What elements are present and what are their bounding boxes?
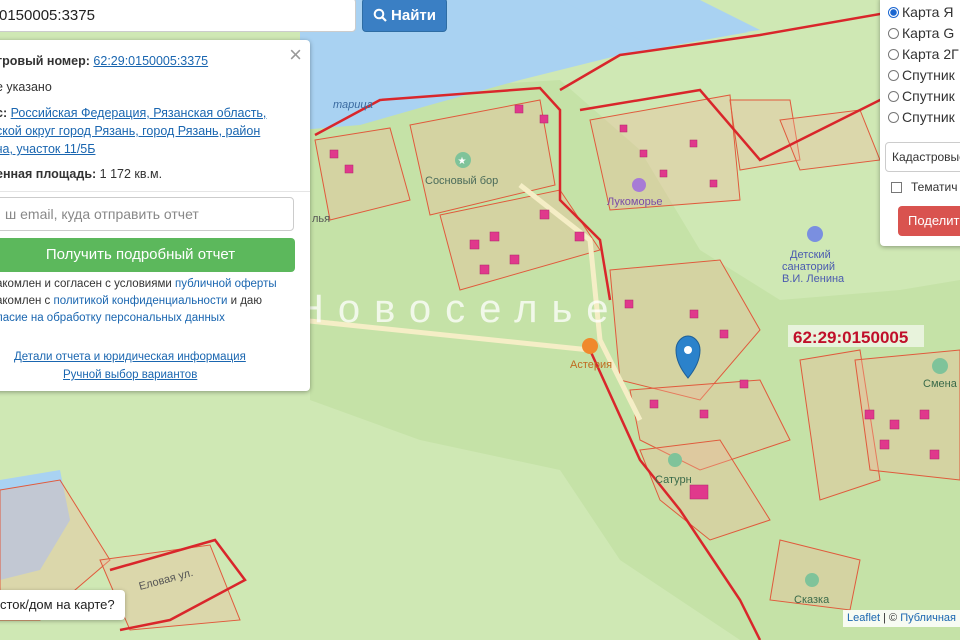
layer-option-satellite-2[interactable]: Спутник [888,88,955,104]
label-sosnovy-bor: Сосновый бор [425,175,498,187]
layer-option-label: Карта Я [902,4,954,20]
layer-option-label: Карта 2Г [902,46,959,62]
status-text: е указано [0,80,52,94]
label-sanatorium-2: санаторий [782,261,835,273]
layer-option-label: Спутник [902,88,955,104]
layer-option-yandex[interactable]: Карта Я [888,4,953,20]
email-field[interactable] [0,197,294,231]
personal-data-link[interactable]: ласие на обработку персональных данных [0,312,225,324]
search-button[interactable]: Найти [362,0,447,32]
attribution-separator: | [883,612,886,624]
leaflet-link[interactable]: Leaflet [847,612,880,624]
lukomorye-icon [632,178,646,192]
label-saturn: Сатурн [655,474,692,486]
layers-control: Карта Я Карта G Карта 2Г Спутник Спутник… [880,0,960,246]
radio-icon [888,111,899,123]
label-smena: Смена [923,378,958,390]
public-map-link[interactable]: Публичная [900,612,956,624]
layer-option-label: Спутник [902,109,955,125]
asteria-icon [582,338,598,354]
address-label: с: [0,106,8,120]
layer-option-label: Спутник [902,67,955,83]
consent-text-2b: и даю [230,295,262,307]
get-report-button[interactable]: Получить подробный отчет [0,238,295,272]
share-button[interactable]: Поделит [898,206,960,236]
find-parcel-prompt[interactable]: сток/дом на карте? [0,590,125,620]
area-label: енная площадь: [0,167,97,181]
area-value: 1 172 кв.м. [99,167,163,181]
layer-option-satellite-3[interactable]: Спутник [888,109,955,125]
radio-icon [888,90,899,102]
thematic-toggle[interactable]: Тематич [891,180,957,194]
radio-icon [888,6,899,18]
layer-option-2gis[interactable]: Карта 2Г [888,46,959,62]
consent-text-1: акомлен и согласен с условиями [0,278,172,290]
manual-selection-link[interactable]: Ручной выбор вариантов [63,369,197,381]
divider [0,191,310,192]
overlay-select[interactable]: Кадастровые [885,142,960,172]
parcel-info-panel: × тровый номер: 62:29:0150005:3375 е ука… [0,40,310,391]
label-asteria: Астерия [570,359,612,371]
layer-option-label: Карта G [902,25,955,41]
address-link-1[interactable]: Российская Федерация, Рязанская область, [11,106,267,120]
river-label: тарица [333,99,373,111]
label-sanatorium-3: В.И. Ленина [782,273,845,285]
privacy-link[interactable]: политикой конфиденциальности [53,295,227,307]
address-link-2[interactable]: ской округ город Рязань, город Рязань, р… [0,124,260,138]
search-button-label: Найти [391,6,436,24]
cadastral-label: тровый номер: [0,54,90,68]
label-skazka: Сказка [794,594,830,606]
radio-icon [888,69,899,81]
cadastral-link[interactable]: 62:29:0150005:3375 [93,54,208,68]
saturn-icon [668,453,682,467]
offer-link[interactable]: публичной оферты [175,278,277,290]
copyright-symbol: © [889,612,898,624]
layer-option-satellite-1[interactable]: Спутник [888,67,955,83]
map-attribution: Leaflet | © Публичная [843,610,960,627]
label-fragment: лья [312,213,330,225]
checkbox-icon [891,181,902,193]
park-star-glyph: ★ [458,156,467,167]
search-input[interactable] [0,0,356,32]
label-novoselye: Новоселье [295,287,623,331]
label-quarter-number: 62:29:0150005 [793,328,908,347]
search-icon [373,8,387,22]
thematic-label: Тематич [911,180,958,194]
skazka-icon [805,573,819,587]
sanatorium-icon [807,226,823,242]
consent-text-2: акомлен с [0,295,51,307]
radio-icon [888,48,899,60]
label-lukomorye: Лукоморье [607,196,663,208]
smena-icon [932,358,948,374]
radio-icon [888,27,899,39]
layer-option-google[interactable]: Карта G [888,25,954,41]
label-sanatorium-1: Детский [790,249,831,261]
address-link-3[interactable]: ча, участок 11/5Б [0,142,95,156]
report-details-link[interactable]: Детали отчета и юридическая информация [14,351,246,363]
close-icon[interactable]: × [289,42,302,68]
